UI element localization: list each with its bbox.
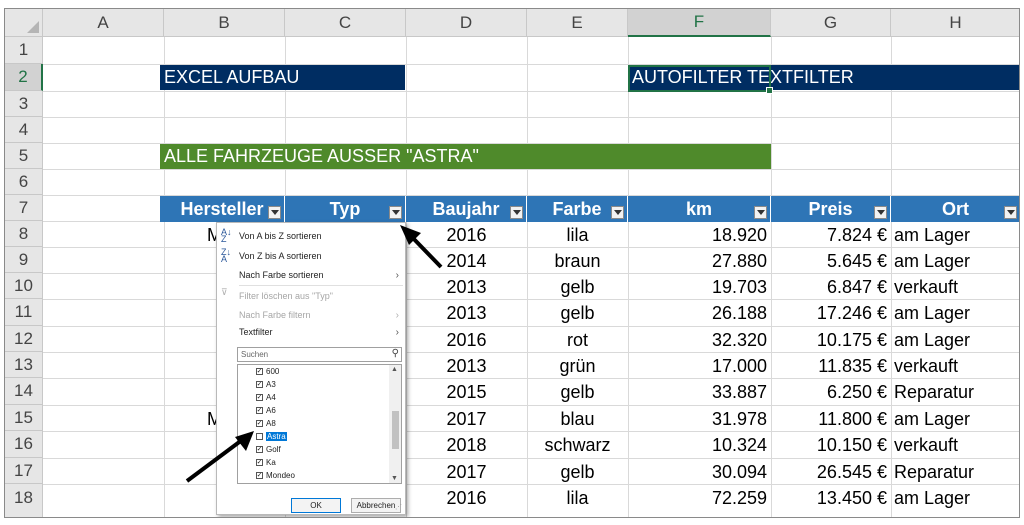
arrow-to-typ-filter <box>400 225 443 269</box>
arrow-to-astra-item <box>185 431 254 483</box>
spreadsheet-frame: A B C D E F G H 1 2 3 4 5 6 7 8 9 10 11 … <box>4 8 1020 518</box>
annotation-arrows <box>185 225 443 483</box>
